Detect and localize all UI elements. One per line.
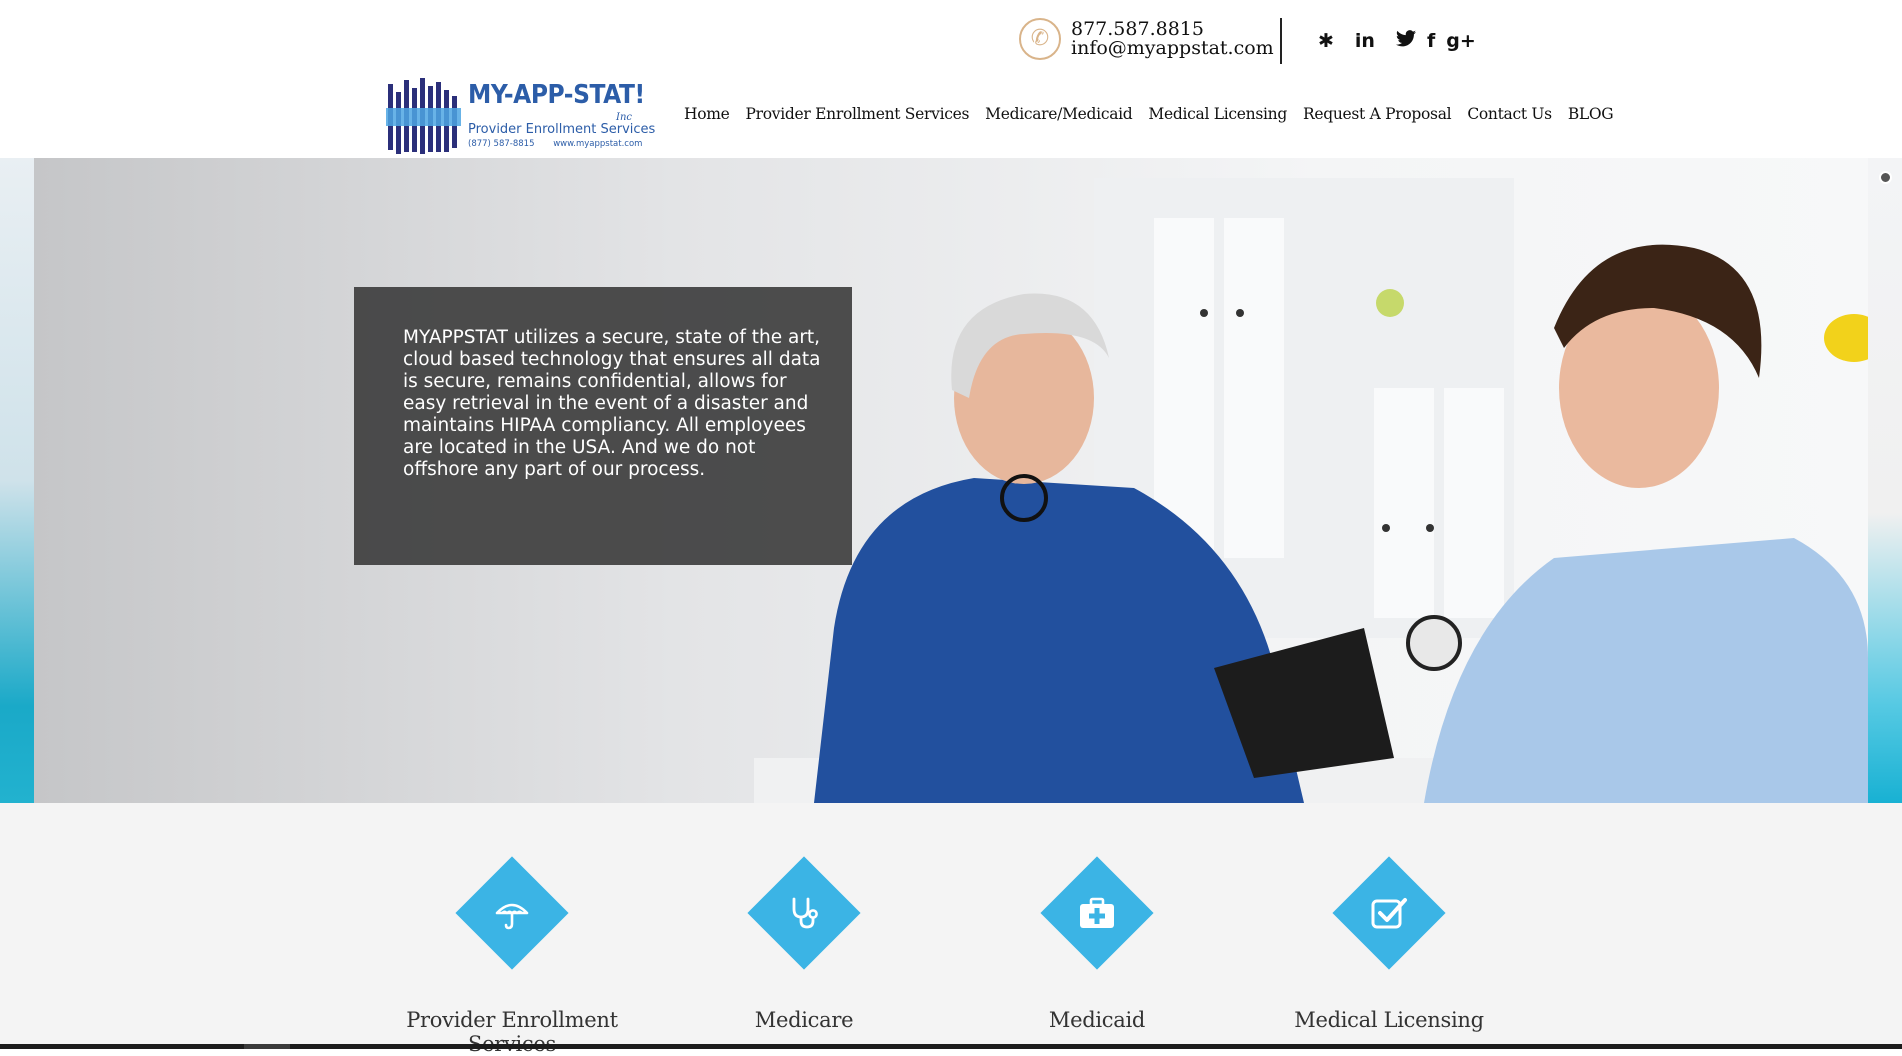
nav-provider-enrollment-services[interactable]: Provider Enrollment Services	[746, 105, 970, 123]
google-plus-icon[interactable]: g+	[1446, 28, 1476, 54]
twitter-icon[interactable]	[1395, 28, 1416, 54]
first-aid-kit-icon	[1067, 883, 1127, 943]
nav-request-a-proposal[interactable]: Request A Proposal	[1303, 105, 1452, 123]
hero-caption-box: MYAPPSTAT utilizes a secure, state of th…	[354, 287, 852, 565]
page-bottom-edge-segment	[244, 1044, 290, 1049]
nav-home[interactable]: Home	[684, 105, 730, 123]
services-section: Provider Enrollment Services Medicare Me…	[0, 803, 1902, 1056]
logo-website: www.myappstat.com	[553, 139, 643, 149]
site-header: ✆ 877.587.8815 info@myappstat.com ✱ in f…	[0, 0, 1902, 158]
contact-info: ✆ 877.587.8815 info@myappstat.com	[1019, 18, 1274, 60]
phone-icon: ✆	[1019, 18, 1061, 60]
logo-phone: (877) 587-8815	[468, 139, 535, 149]
nav-contact-us[interactable]: Contact Us	[1467, 105, 1552, 123]
service-label: Medicare	[754, 1008, 854, 1032]
umbrella-icon	[482, 883, 542, 943]
site-logo[interactable]: MY-APP-STAT! Inc Provider Enrollment Ser…	[386, 78, 655, 154]
nav-blog[interactable]: BLOG	[1568, 105, 1614, 123]
social-links: ✱ in f g+	[1318, 28, 1497, 54]
service-label: Medicaid	[1048, 1008, 1146, 1032]
stethoscope-icon	[774, 883, 834, 943]
contact-divider	[1280, 18, 1282, 64]
hero-slider: MYAPPSTAT utilizes a secure, state of th…	[0, 158, 1902, 803]
logo-meta: (877) 587-8815 www.myappstat.com	[468, 139, 642, 149]
email-link[interactable]: info@myappstat.com	[1071, 39, 1274, 58]
logo-title: MY-APP-STAT!	[468, 80, 645, 110]
hero-next-slide-edge[interactable]	[1868, 158, 1902, 803]
linkedin-icon[interactable]: in	[1355, 28, 1375, 54]
nav-medicare-medicaid[interactable]: Medicare/Medicaid	[985, 105, 1133, 123]
service-label: Medical Licensing	[1294, 1008, 1484, 1032]
checkbox-icon	[1359, 883, 1419, 943]
logo-bars-graphic	[386, 78, 461, 154]
logo-subtitle: Provider Enrollment Services	[468, 122, 656, 137]
facebook-icon[interactable]: f	[1427, 28, 1435, 54]
hero-photo-doctor-patient	[34, 158, 1868, 803]
hero-caption-text: MYAPPSTAT utilizes a secure, state of th…	[403, 327, 821, 480]
nav-medical-licensing[interactable]: Medical Licensing	[1148, 105, 1287, 123]
main-navigation: Home Provider Enrollment Services Medica…	[684, 105, 1629, 123]
hero-previous-slide-edge[interactable]	[0, 158, 34, 803]
yelp-icon[interactable]: ✱	[1318, 28, 1334, 54]
slider-pagination-dot[interactable]	[1879, 171, 1892, 184]
